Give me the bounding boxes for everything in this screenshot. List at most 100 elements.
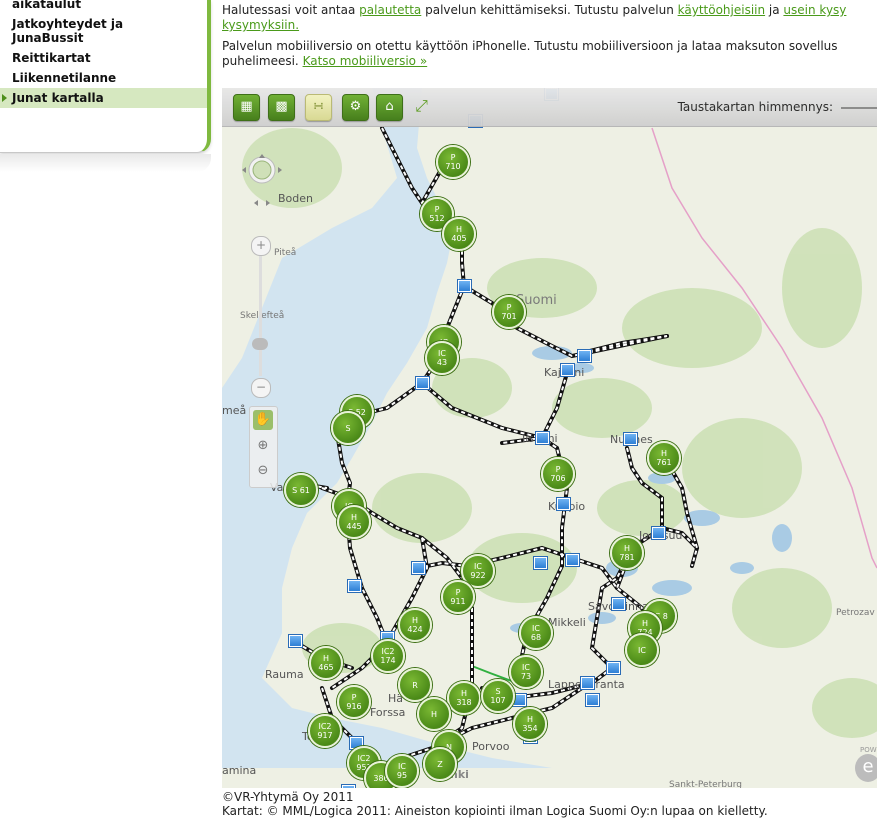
train-type: IC: [638, 645, 646, 655]
sidebar-item-liikennetilanne[interactable]: Liikennetilanne: [0, 71, 207, 85]
train-marker[interactable]: H: [417, 697, 451, 731]
rss-button[interactable]: ∺: [305, 94, 332, 121]
dim-slider[interactable]: [841, 107, 877, 109]
station-marker[interactable]: [534, 557, 547, 569]
train-type: Z: [437, 759, 443, 769]
zoom-bar[interactable]: + −: [251, 236, 271, 398]
train-map[interactable]: Boden Piteå Skellefteå meå Va Rauma Fors…: [222, 88, 877, 788]
train-marker[interactable]: S: [331, 411, 365, 445]
station-marker[interactable]: [586, 694, 599, 706]
station-marker[interactable]: [652, 527, 665, 539]
station-marker[interactable]: [348, 580, 361, 592]
station-marker[interactable]: [581, 677, 594, 689]
station-marker[interactable]: [416, 377, 429, 389]
train-type: H: [623, 544, 630, 553]
train-marker[interactable]: H 405: [442, 217, 476, 251]
train-marker[interactable]: IC2 917: [308, 714, 342, 748]
station-marker[interactable]: [458, 280, 471, 292]
train-marker[interactable]: P 916: [337, 685, 371, 719]
train-marker[interactable]: IC2 174: [371, 639, 405, 673]
train-marker[interactable]: H 465: [309, 646, 343, 680]
intro-text: Palvelun mobiiliversio on otettu käyttöö…: [222, 39, 838, 53]
city-label: Sankt-Peterburg: [669, 780, 743, 788]
station-marker[interactable]: [557, 498, 570, 510]
train-type: R: [412, 680, 418, 690]
zoom-out-button[interactable]: −: [251, 378, 271, 398]
train-marker[interactable]: Z: [423, 747, 457, 781]
map-credits: ©VR-Yhtymä Oy 2011 Kartat: © MML/Logica …: [222, 790, 768, 818]
zoom-in-tool-button[interactable]: ⊕: [253, 436, 273, 456]
train-number: 701: [501, 312, 517, 321]
train-number: 354: [522, 724, 538, 733]
feedback-link[interactable]: palautetta: [359, 3, 421, 17]
station-marker[interactable]: [536, 432, 549, 444]
show-stations-button[interactable]: ▩: [268, 94, 295, 121]
train-marker[interactable]: R: [398, 668, 432, 702]
train-marker[interactable]: IC: [625, 633, 659, 667]
station-marker[interactable]: [342, 785, 355, 788]
station-marker[interactable]: [624, 433, 637, 445]
train-type: H: [660, 449, 667, 458]
zoom-out-tool-button[interactable]: ⊖: [253, 461, 273, 481]
station-marker[interactable]: [289, 635, 302, 647]
sidebar-item-label: aikataulut: [12, 0, 82, 11]
train-type: IC2: [357, 754, 371, 763]
train-type: IC2: [318, 722, 332, 731]
user-guide-link[interactable]: käyttöohjeisiin: [678, 3, 765, 17]
arrow-right-icon: [2, 94, 7, 102]
faq-link[interactable]: usein kysy: [783, 3, 846, 17]
station-marker[interactable]: [607, 662, 620, 674]
sidebar-item-aikataulut[interactable]: aikataulut: [0, 0, 207, 11]
train-type: H: [455, 225, 462, 234]
train-marker[interactable]: H 445: [337, 505, 371, 539]
sidebar-item-reittikartat[interactable]: Reittikartat: [0, 51, 207, 65]
train-type: IC: [474, 562, 482, 571]
train-marker[interactable]: P 710: [436, 145, 470, 179]
pan-control[interactable]: [234, 152, 289, 207]
home-button[interactable]: ⌂: [376, 94, 403, 121]
train-marker[interactable]: H 318: [447, 681, 481, 715]
train-number: 318: [456, 698, 472, 707]
sidebar-item-junat-kartalla[interactable]: Junat kartalla: [0, 88, 207, 108]
train-marker[interactable]: P 706: [541, 457, 575, 491]
train-number: 706: [550, 474, 566, 483]
mobile-version-link[interactable]: Katso mobiiliversio »: [303, 54, 428, 68]
station-marker[interactable]: [412, 562, 425, 574]
show-trains-button[interactable]: ▦: [233, 94, 260, 121]
sidebar-shadow: [0, 154, 211, 172]
train-marker[interactable]: H 424: [398, 608, 432, 642]
resize-button[interactable]: ⤢: [409, 94, 434, 119]
train-type: P: [351, 693, 357, 702]
train-marker[interactable]: IC 43: [425, 341, 459, 375]
train-number: 781: [619, 553, 635, 562]
train-number: 710: [445, 162, 461, 171]
train-marker[interactable]: IC 68: [519, 616, 553, 650]
powered-label: POWE: [860, 746, 877, 754]
train-type: P: [555, 465, 561, 474]
sidebar-item-jatkoyhteydet[interactable]: Jatkoyhteydet ja JunaBussit: [0, 17, 207, 45]
copyright-text: ©VR-Yhtymä Oy 2011: [222, 790, 354, 804]
station-marker[interactable]: [561, 364, 574, 376]
faq-link-continued[interactable]: kysymyksiin.: [222, 18, 299, 32]
station-marker[interactable]: [612, 598, 625, 610]
settings-button[interactable]: ⚙: [342, 94, 369, 121]
train-marker[interactable]: H 781: [610, 536, 644, 570]
train-marker[interactable]: H 761: [647, 441, 681, 475]
pan-tool-button[interactable]: ✋: [253, 410, 273, 430]
feedback-paragraph: Halutessasi voit antaa palautetta palvel…: [222, 3, 877, 33]
zoom-in-button[interactable]: +: [251, 236, 271, 256]
train-marker[interactable]: IC 95: [385, 754, 419, 788]
train-type: S: [495, 687, 501, 696]
train-marker[interactable]: S 61: [284, 473, 318, 507]
zoom-handle[interactable]: [252, 338, 268, 350]
train-type: P: [450, 153, 456, 162]
train-marker[interactable]: P 701: [492, 295, 526, 329]
train-marker[interactable]: P 911: [441, 580, 475, 614]
train-marker[interactable]: IC 73: [509, 655, 543, 689]
station-marker[interactable]: [578, 350, 591, 362]
train-marker[interactable]: S 107: [481, 679, 515, 713]
city-label: Mikkeli: [548, 616, 586, 629]
train-marker[interactable]: H 354: [513, 707, 547, 741]
train-type: IC: [398, 762, 406, 771]
station-marker[interactable]: [566, 554, 579, 566]
